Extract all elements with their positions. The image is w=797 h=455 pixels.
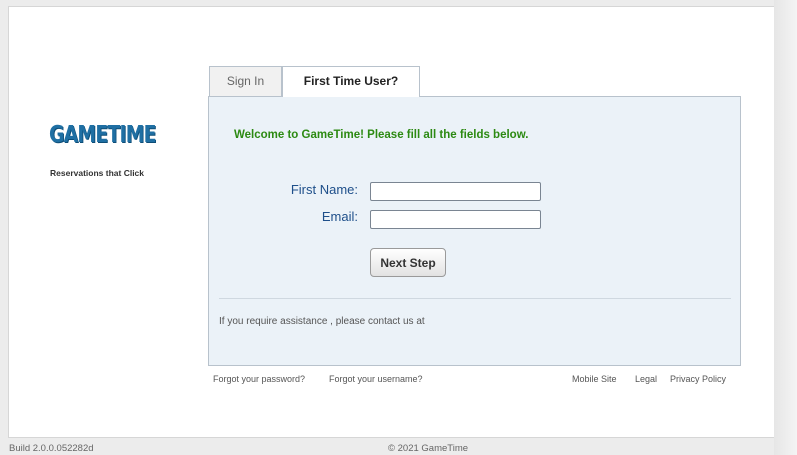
forgot-username-link[interactable]: Forgot your username? bbox=[329, 374, 423, 384]
next-step-button[interactable]: Next Step bbox=[370, 248, 446, 277]
page-shadow bbox=[774, 0, 797, 455]
divider bbox=[219, 298, 731, 299]
assistance-text: If you require assistance , please conta… bbox=[219, 316, 425, 327]
build-number: Build 2.0.0.052282d bbox=[9, 443, 94, 454]
copyright: © 2021 GameTime bbox=[388, 443, 469, 454]
forgot-password-link[interactable]: Forgot your password? bbox=[213, 374, 305, 384]
legal-link[interactable]: Legal bbox=[635, 374, 657, 384]
first-name-field[interactable] bbox=[370, 182, 541, 201]
tab-first-time-user[interactable]: First Time User? bbox=[282, 66, 420, 97]
privacy-policy-link[interactable]: Privacy Policy bbox=[670, 374, 726, 384]
gametime-logo: GAMETIME bbox=[49, 122, 157, 148]
first-name-label: First Name: bbox=[290, 182, 358, 197]
mobile-site-link[interactable]: Mobile Site bbox=[572, 374, 617, 384]
welcome-message: Welcome to GameTime! Please fill all the… bbox=[234, 129, 529, 141]
email-label: Email: bbox=[321, 209, 358, 224]
email-field[interactable] bbox=[370, 210, 541, 229]
tab-sign-in[interactable]: Sign In bbox=[209, 66, 282, 96]
logo-tagline: Reservations that Click bbox=[50, 168, 145, 178]
registration-panel: Welcome to GameTime! Please fill all the… bbox=[208, 96, 741, 366]
